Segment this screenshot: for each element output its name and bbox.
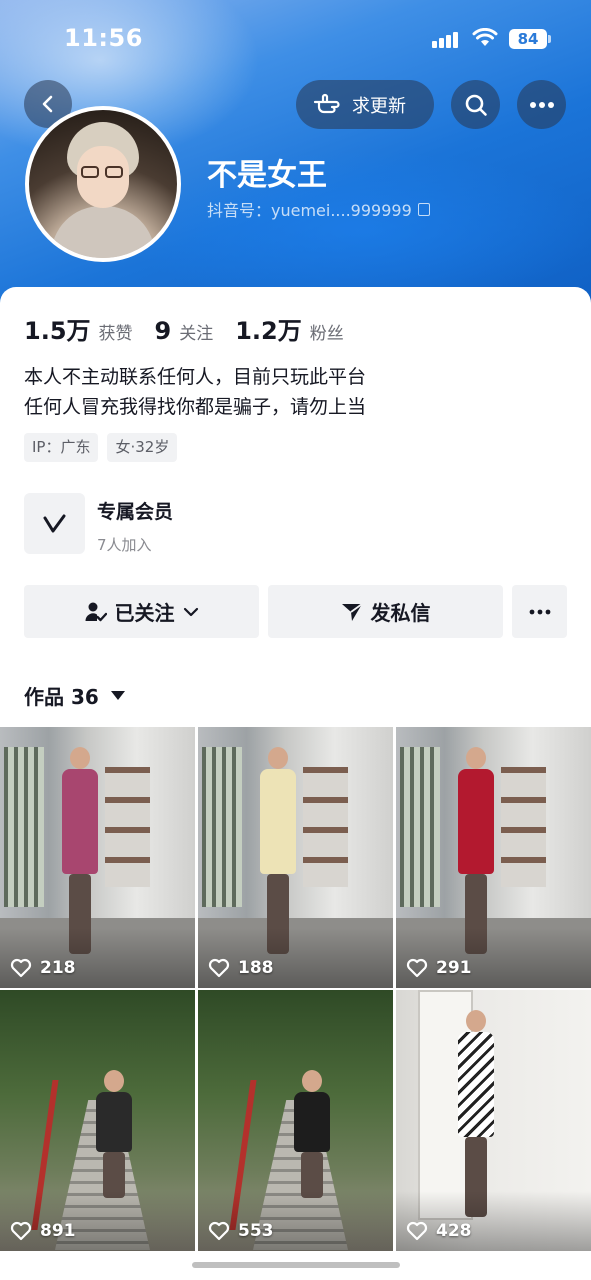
search-button[interactable]: [451, 80, 500, 129]
stat-likes-label: 获赞: [98, 324, 133, 344]
stat-followers-label: 粉丝: [309, 324, 344, 344]
profile-tags: IP：广东 女·32岁: [24, 433, 186, 462]
work-likes-count: 428: [436, 1221, 472, 1241]
works-tab[interactable]: 作品 36: [24, 681, 125, 710]
stat-followers[interactable]: 1.2万 粉丝: [235, 311, 344, 346]
stat-following-count: 9: [154, 317, 172, 345]
work-likes-count: 188: [238, 958, 274, 978]
caret-down-icon: [110, 691, 125, 700]
send-message-button[interactable]: 发私信: [268, 585, 503, 638]
work-thumbnail[interactable]: 291: [396, 727, 591, 988]
exclusive-membership-entry[interactable]: 专属会员 7人加入: [24, 493, 173, 555]
battery-indicator: 84: [509, 29, 551, 49]
followed-label: 已关注: [114, 601, 175, 625]
user-check-icon: [84, 602, 107, 621]
work-likes: 291: [406, 958, 472, 978]
profile-bio: 本人不主动联系任何人，目前只玩此平台 任何人冒充我得找你都是骗子，请勿上当: [24, 362, 366, 422]
profile-avatar[interactable]: [25, 106, 181, 262]
works-tab-label: 作品 36: [24, 685, 99, 709]
search-icon: [465, 94, 487, 116]
work-likes-count: 291: [436, 958, 472, 978]
profile-name: 不是女王: [207, 158, 327, 193]
copy-icon[interactable]: [417, 202, 430, 216]
membership-subtitle: 7人加入: [97, 536, 152, 554]
work-thumbnail[interactable]: 188: [198, 727, 393, 988]
douyin-id[interactable]: 抖音号：yuemei....999999: [207, 197, 430, 221]
request-update-label: 求更新: [352, 95, 406, 117]
heart-icon: [406, 1221, 428, 1241]
home-indicator: [192, 1262, 400, 1268]
work-thumbnail[interactable]: 553: [198, 990, 393, 1251]
followed-button[interactable]: 已关注: [24, 585, 259, 638]
more-horizontal-icon: [529, 609, 550, 614]
status-time: 11:56: [64, 24, 143, 52]
stat-following[interactable]: 9 关注: [155, 317, 214, 345]
signal-icon: [432, 32, 458, 48]
chevron-down-icon: [183, 607, 198, 616]
douyin-id-text: 抖音号：yuemei....999999: [207, 201, 412, 220]
gender-age-tag: 女·32岁: [107, 433, 178, 462]
request-update-button[interactable]: 求更新: [296, 80, 434, 129]
heart-icon: [208, 958, 230, 978]
work-thumbnail[interactable]: 218: [0, 727, 195, 988]
more-options-button[interactable]: [517, 80, 566, 129]
membership-title: 专属会员: [97, 501, 174, 523]
stat-following-label: 关注: [179, 324, 214, 344]
stat-likes[interactable]: 1.5万 获赞: [24, 311, 133, 346]
work-likes-count: 218: [40, 958, 76, 978]
heart-icon: [10, 1221, 32, 1241]
paper-plane-icon: [341, 602, 363, 621]
work-likes: 553: [208, 1221, 274, 1241]
work-likes: 188: [208, 958, 274, 978]
heart-icon: [10, 958, 32, 978]
bio-line: 本人不主动联系任何人，目前只玩此平台: [24, 366, 367, 388]
status-bar: 11:56 84: [0, 0, 591, 80]
wifi-icon: [472, 28, 498, 46]
profile-stats: 1.5万 获赞 9 关注 1.2万 粉丝: [24, 311, 366, 346]
pointing-hand-icon: [313, 93, 340, 113]
work-likes-count: 553: [238, 1221, 274, 1241]
work-likes: 891: [10, 1221, 76, 1241]
membership-v-icon: [24, 493, 85, 554]
work-likes-count: 891: [40, 1221, 76, 1241]
heart-icon: [406, 958, 428, 978]
chevron-left-icon: [42, 95, 53, 113]
stat-followers-count: 1.2万: [235, 317, 302, 345]
bio-line: 任何人冒充我得找你都是骗子，请勿上当: [24, 396, 367, 418]
more-horizontal-icon: [529, 101, 554, 108]
more-actions-button[interactable]: [512, 585, 567, 638]
work-thumbnail[interactable]: 891: [0, 990, 195, 1251]
send-message-label: 发私信: [370, 601, 431, 625]
stat-likes-count: 1.5万: [24, 317, 91, 345]
heart-icon: [208, 1221, 230, 1241]
work-thumbnail[interactable]: 428: [396, 990, 591, 1251]
work-likes: 218: [10, 958, 76, 978]
work-likes: 428: [406, 1221, 472, 1241]
ip-location-tag: IP：广东: [24, 433, 99, 462]
